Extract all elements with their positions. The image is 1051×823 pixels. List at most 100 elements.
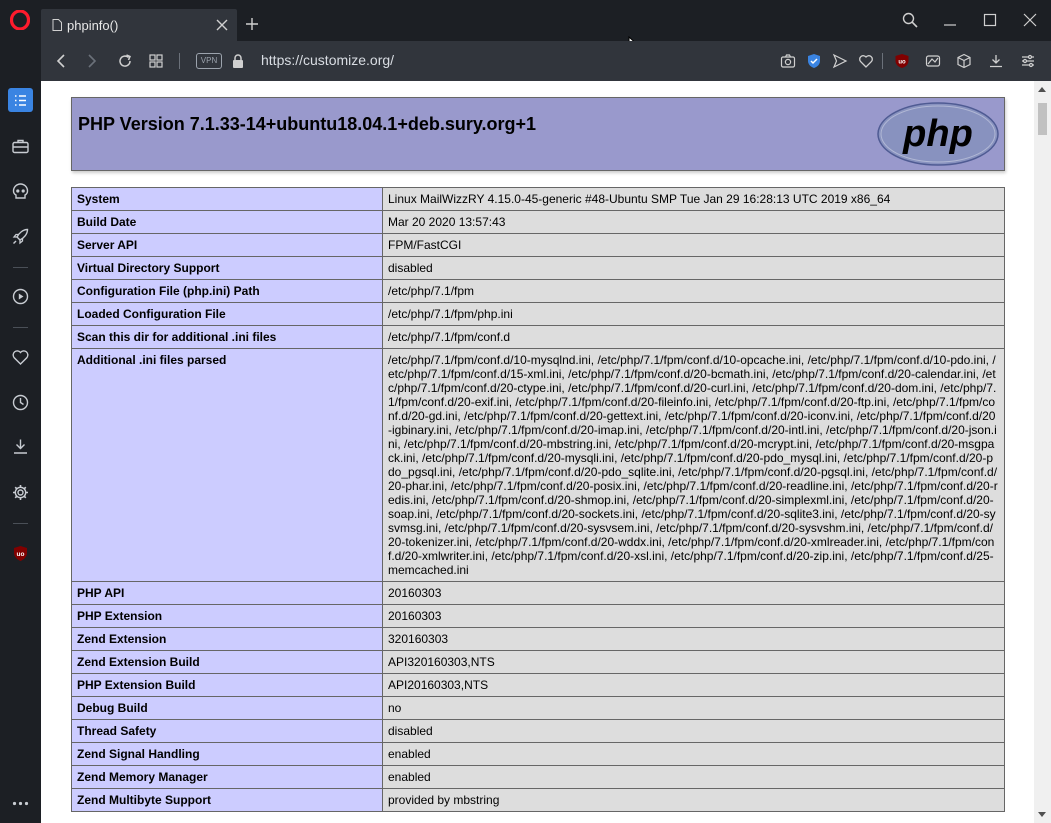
document-icon	[52, 19, 62, 31]
sidebar-item-player-icon[interactable]	[11, 287, 30, 306]
table-row: Zend Extension Build API320160303,NTS	[71, 650, 1005, 674]
row-label: PHP Extension	[71, 604, 383, 628]
opera-logo-icon[interactable]	[10, 10, 30, 30]
php-info-table: System Linux MailWizzRY 4.15.0-45-generic…	[71, 187, 1005, 812]
page-title: PHP Version 7.1.33-14+ubuntu18.04.1+deb.…	[78, 114, 537, 134]
row-value: 320160303	[382, 627, 1005, 651]
table-row: Build Date Mar 20 2020 13:57:43	[71, 210, 1005, 234]
vpn-badge[interactable]: VPN	[196, 53, 222, 69]
row-label: Zend Signal Handling	[71, 742, 383, 766]
svg-text:php: php	[902, 113, 973, 155]
row-label: Build Date	[71, 210, 383, 234]
heart-icon[interactable]	[858, 53, 874, 69]
row-value: disabled	[382, 719, 1005, 743]
adblock-shield-icon[interactable]	[806, 53, 822, 69]
row-value: enabled	[382, 742, 1005, 766]
address-bar: VPN https://customize.org/ uo	[41, 41, 1051, 81]
table-row: Zend Multibyte Support provided by mbstri…	[71, 788, 1005, 812]
row-label: Loaded Configuration File	[71, 302, 383, 326]
easy-setup-icon[interactable]	[1020, 53, 1036, 69]
row-value: /etc/php/7.1/fpm/php.ini	[382, 302, 1005, 326]
cube-icon[interactable]	[956, 53, 972, 69]
table-row: PHP Extension 20160303	[71, 604, 1005, 628]
sidebar-divider	[13, 267, 28, 268]
sidebar-item-ublock-icon[interactable]: uo	[11, 544, 30, 563]
tab-title: phpinfo()	[67, 18, 119, 33]
maximize-icon[interactable]	[982, 12, 998, 28]
lock-icon[interactable]	[230, 53, 246, 69]
forward-icon[interactable]	[84, 53, 100, 69]
row-label: PHP API	[71, 581, 383, 605]
extension-icon[interactable]	[925, 53, 941, 69]
row-value: disabled	[382, 256, 1005, 280]
row-value: /etc/php/7.1/fpm	[382, 279, 1005, 303]
close-window-icon[interactable]	[1022, 12, 1038, 28]
separator	[882, 53, 883, 69]
ublock-icon[interactable]: uo	[894, 53, 910, 69]
row-value: 20160303	[382, 581, 1005, 605]
back-icon[interactable]	[53, 53, 69, 69]
close-tab-icon[interactable]	[215, 18, 229, 32]
sidebar-item-rocket-icon[interactable]	[11, 227, 30, 246]
table-row: Zend Extension 320160303	[71, 627, 1005, 651]
row-value: API20160303,NTS	[382, 673, 1005, 697]
row-label: Virtual Directory Support	[71, 256, 383, 280]
sidebar-item-bookmarks-heart-icon[interactable]	[11, 348, 30, 367]
sidebar-more-icon[interactable]	[11, 794, 30, 813]
download-icon[interactable]	[988, 53, 1004, 69]
separator	[179, 53, 180, 69]
table-row: Zend Signal Handling enabled	[71, 742, 1005, 766]
scroll-up-arrow-icon[interactable]	[1038, 87, 1046, 92]
minimize-icon[interactable]	[942, 12, 958, 28]
php-version-header: PHP Version 7.1.33-14+ubuntu18.04.1+deb.…	[71, 97, 1005, 171]
send-icon[interactable]	[832, 53, 848, 69]
scrollbar-thumb[interactable]	[1038, 103, 1047, 135]
sidebar-item-downloads-icon[interactable]	[11, 437, 30, 456]
search-icon[interactable]	[902, 12, 918, 28]
row-value: FPM/FastCGI	[382, 233, 1005, 257]
row-label: Scan this dir for additional .ini files	[71, 325, 383, 349]
table-row: Configuration File (php.ini) Path/etc/ph…	[71, 279, 1005, 303]
row-value: /etc/php/7.1/fpm/conf.d	[382, 325, 1005, 349]
sidebar-divider	[13, 327, 28, 328]
vertical-scrollbar[interactable]	[1034, 81, 1051, 823]
row-value: Linux MailWizzRY 4.15.0-45-generic #48-U…	[382, 187, 1005, 211]
url-field[interactable]: https://customize.org/	[261, 52, 394, 68]
row-value: provided by mbstring	[382, 788, 1005, 812]
sidebar-item-settings-gear-icon[interactable]	[11, 483, 30, 502]
svg-text:uo: uo	[17, 551, 25, 558]
row-label: Zend Extension Build	[71, 650, 383, 674]
sidebar-item-workspace-briefcase-icon[interactable]	[11, 137, 30, 156]
tab-phpinfo[interactable]: phpinfo()	[41, 9, 237, 41]
table-row: Server API FPM/FastCGI	[71, 233, 1005, 257]
row-label: Configuration File (php.ini) Path	[71, 279, 383, 303]
camera-icon[interactable]	[780, 53, 796, 69]
row-label: PHP Extension Build	[71, 673, 383, 697]
table-row: Debug Build no	[71, 696, 1005, 720]
table-row: Virtual Directory Support disabled	[71, 256, 1005, 280]
table-row: Loaded Configuration File/etc/php/7.1/fp…	[71, 302, 1005, 326]
table-row: PHP Extension Build API20160303,NTS	[71, 673, 1005, 697]
sidebar: uo	[0, 41, 41, 823]
title-bar: phpinfo()	[0, 0, 1051, 57]
row-label: Additional .ini files parsed	[71, 348, 383, 582]
row-label: Debug Build	[71, 696, 383, 720]
row-value: no	[382, 696, 1005, 720]
reload-icon[interactable]	[117, 53, 133, 69]
row-label: Thread Safety	[71, 719, 383, 743]
row-value: Mar 20 2020 13:57:43	[382, 210, 1005, 234]
table-row: PHP API 20160303	[71, 581, 1005, 605]
row-label: Zend Extension	[71, 627, 383, 651]
table-row: System Linux MailWizzRY 4.15.0-45-generic…	[71, 187, 1005, 211]
php-logo-icon[interactable]: php	[877, 102, 999, 166]
table-row: Zend Memory Manager enabled	[71, 765, 1005, 789]
sidebar-item-skull-icon[interactable]	[11, 182, 30, 201]
sidebar-item-history-clock-icon[interactable]	[11, 393, 30, 412]
scroll-down-arrow-icon[interactable]	[1038, 812, 1046, 817]
speed-dial-icon[interactable]	[148, 53, 164, 69]
row-value: /etc/php/7.1/fpm/conf.d/10-mysqlnd.ini, …	[382, 348, 1005, 582]
table-row: Thread Safety disabled	[71, 719, 1005, 743]
row-label: Zend Multibyte Support	[71, 788, 383, 812]
sidebar-item-tab-list-icon[interactable]	[11, 91, 30, 110]
new-tab-icon[interactable]	[245, 17, 259, 31]
